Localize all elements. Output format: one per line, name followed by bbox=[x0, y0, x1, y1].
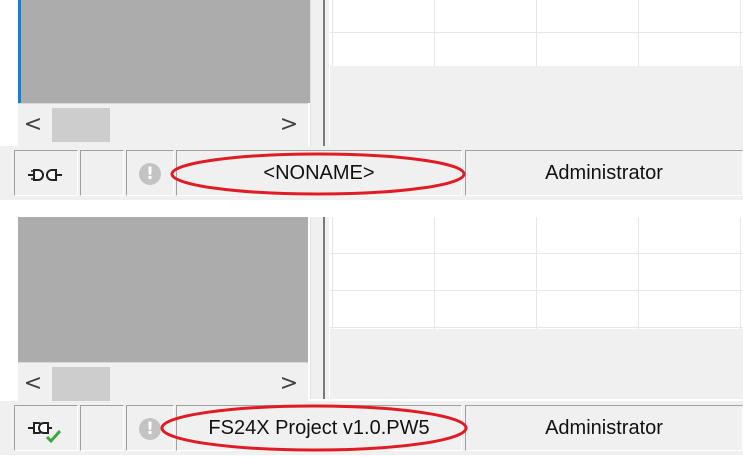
data-grid[interactable] bbox=[330, 0, 743, 66]
status-user-cell: Administrator bbox=[465, 150, 743, 196]
user-name: Administrator bbox=[545, 161, 663, 184]
tree-pane: < > bbox=[0, 0, 311, 146]
scroll-right-button[interactable]: > bbox=[274, 369, 304, 399]
tree-pane: < > bbox=[0, 217, 310, 405]
grid-empty-area bbox=[330, 329, 743, 399]
exclamation-circle-icon: ! bbox=[139, 163, 161, 185]
scroll-left-button[interactable]: < bbox=[18, 110, 48, 140]
user-name: Administrator bbox=[545, 416, 663, 439]
screenshot-panel-top: < > ! <NONAME> Administrator bbox=[0, 0, 743, 205]
status-warning-cell: ! bbox=[126, 150, 174, 196]
horizontal-scrollbar[interactable]: < > bbox=[18, 362, 308, 405]
connection-connected-check-icon bbox=[28, 422, 62, 444]
status-project-cell: <NONAME> bbox=[176, 150, 462, 196]
pane-splitter[interactable] bbox=[310, 217, 329, 399]
status-bar: ! <NONAME> Administrator bbox=[0, 146, 743, 200]
scroll-right-button[interactable]: > bbox=[274, 110, 304, 140]
project-name: FS24X Project v1.0.PW5 bbox=[208, 416, 430, 439]
status-project-cell: FS24X Project v1.0.PW5 bbox=[176, 405, 462, 451]
scroll-thumb[interactable] bbox=[52, 108, 110, 142]
status-connection-cell[interactable] bbox=[14, 150, 78, 196]
scroll-left-button[interactable]: < bbox=[18, 369, 48, 399]
project-name: <NONAME> bbox=[263, 161, 375, 184]
status-bar: ! FS24X Project v1.0.PW5 Administrator bbox=[0, 401, 743, 455]
status-connection-cell[interactable] bbox=[14, 405, 78, 451]
status-warning-cell: ! bbox=[126, 405, 174, 451]
scroll-thumb[interactable] bbox=[52, 367, 110, 401]
grid-empty-area bbox=[330, 66, 743, 146]
tree-pane-empty-area bbox=[18, 217, 308, 362]
screenshot-panel-bottom: < > ! FS24X Project v1.0.PW5 Administrat… bbox=[0, 217, 743, 457]
pane-splitter[interactable] bbox=[310, 0, 329, 146]
status-empty-cell bbox=[80, 150, 124, 196]
data-grid[interactable] bbox=[330, 217, 743, 329]
connection-disconnected-icon bbox=[28, 169, 62, 181]
tree-pane-empty-area bbox=[18, 0, 311, 103]
status-empty-cell bbox=[80, 405, 124, 451]
horizontal-scrollbar[interactable]: < > bbox=[18, 103, 308, 146]
status-user-cell: Administrator bbox=[465, 405, 743, 451]
exclamation-circle-icon: ! bbox=[139, 418, 161, 440]
